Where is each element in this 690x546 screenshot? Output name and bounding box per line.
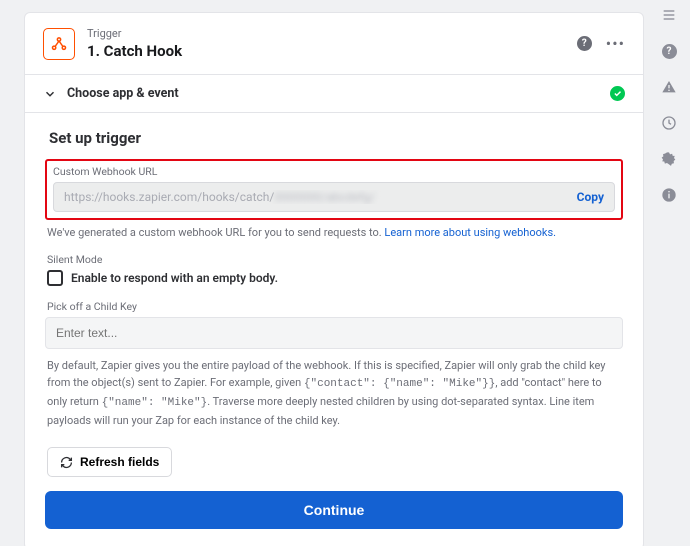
webhook-helper-text: We've generated a custom webhook URL for… (47, 226, 621, 239)
webhook-url-field: https://hooks.zapier.com/hooks/catch/000… (53, 182, 615, 212)
help-icon-rail[interactable]: ? (658, 40, 680, 62)
webhook-url-highlight: Custom Webhook URL https://hooks.zapier.… (45, 159, 623, 220)
refresh-fields-label: Refresh fields (80, 455, 159, 469)
step-title: 1. Catch Hook (87, 42, 577, 60)
chevron-down-icon (43, 87, 57, 101)
webhook-url-value: https://hooks.zapier.com/hooks/catch/000… (64, 190, 569, 204)
gear-icon[interactable] (658, 148, 680, 170)
setup-trigger-title: Set up trigger (49, 129, 623, 147)
info-icon[interactable] (658, 184, 680, 206)
step-header-actions: ? ••• (577, 36, 625, 52)
silent-mode-label: Silent Mode (47, 253, 621, 266)
refresh-fields-button[interactable]: Refresh fields (47, 447, 172, 477)
clock-icon[interactable] (658, 112, 680, 134)
refresh-icon (60, 456, 73, 469)
step-header: Trigger 1. Catch Hook ? ••• (25, 13, 643, 75)
more-menu-icon[interactable]: ••• (606, 36, 625, 52)
silent-mode-checkbox-label: Enable to respond with an empty body. (71, 271, 278, 285)
webhook-app-icon (43, 28, 75, 60)
right-rail: ? (654, 0, 684, 206)
child-key-input[interactable] (45, 317, 623, 349)
continue-button[interactable]: Continue (45, 491, 623, 529)
status-complete-icon (610, 86, 625, 101)
setup-trigger-section: Set up trigger Custom Webhook URL https:… (25, 113, 643, 546)
trigger-step-card: Trigger 1. Catch Hook ? ••• Choose app &… (24, 12, 644, 546)
choose-app-event-label: Choose app & event (67, 86, 600, 101)
child-key-label: Pick off a Child Key (47, 300, 621, 313)
learn-more-link[interactable]: Learn more about using webhooks. (384, 226, 556, 239)
alert-icon[interactable] (658, 76, 680, 98)
step-header-text: Trigger 1. Catch Hook (87, 27, 577, 60)
child-key-description: By default, Zapier gives you the entire … (47, 357, 621, 429)
copy-button[interactable]: Copy (577, 190, 604, 204)
help-icon[interactable]: ? (577, 36, 592, 51)
silent-mode-row[interactable]: Enable to respond with an empty body. (47, 270, 621, 286)
silent-mode-checkbox[interactable] (47, 270, 63, 286)
webhook-url-label: Custom Webhook URL (53, 165, 615, 178)
list-icon[interactable] (658, 4, 680, 26)
step-overline: Trigger (87, 27, 577, 41)
choose-app-event-row[interactable]: Choose app & event (25, 75, 643, 113)
